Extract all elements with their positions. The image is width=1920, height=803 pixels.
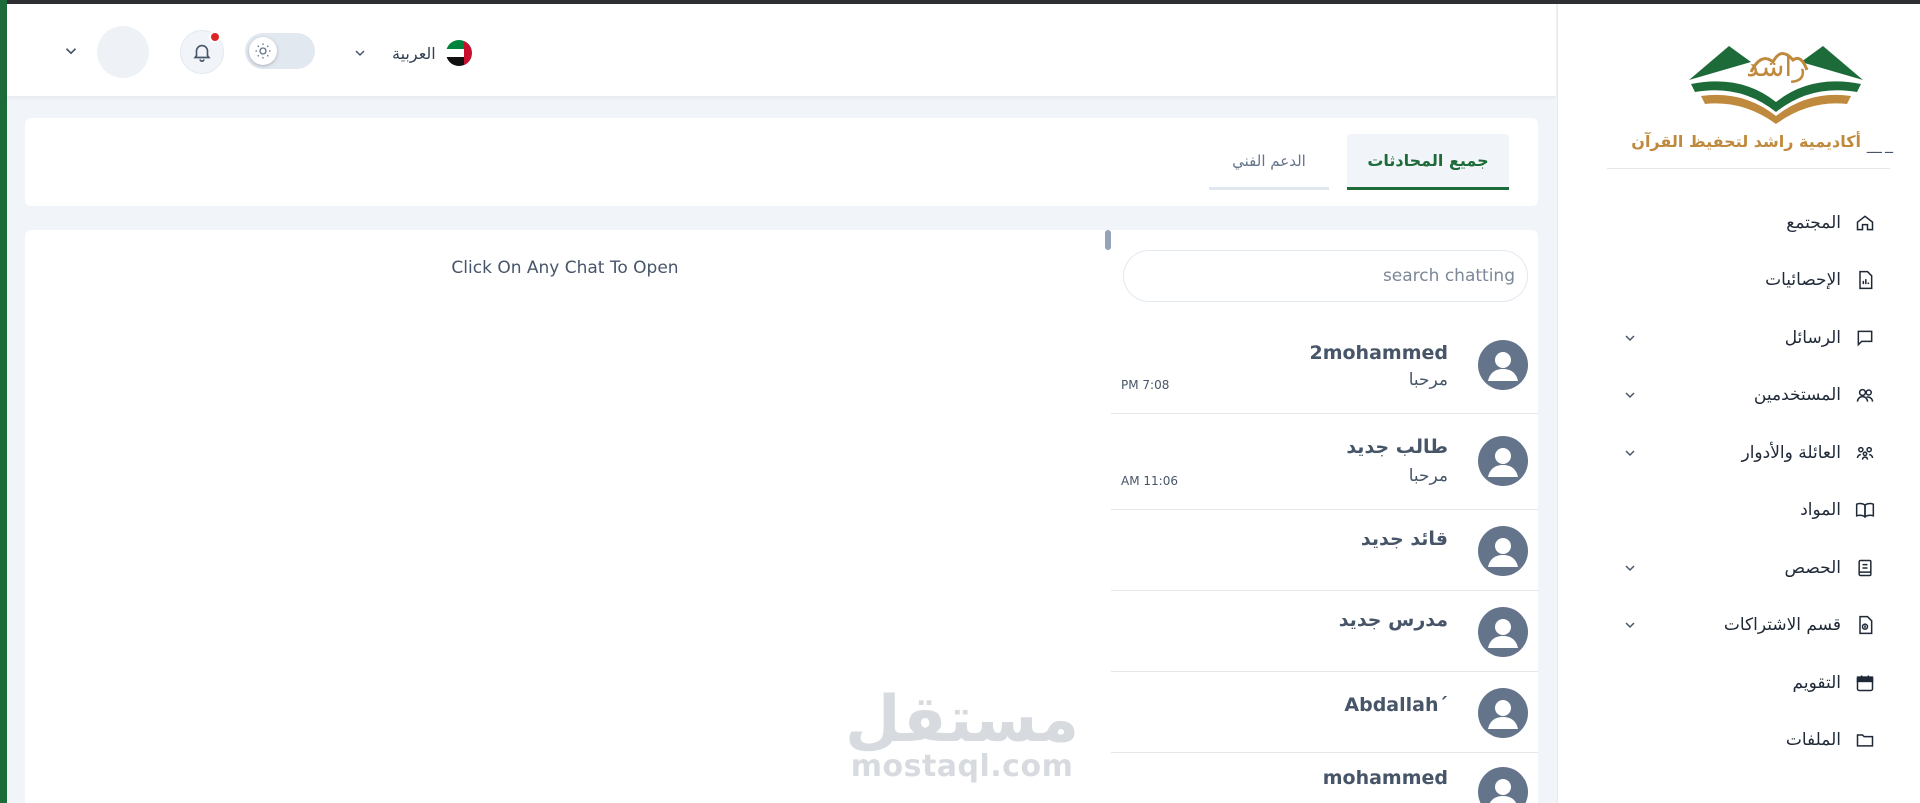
conversation-name: طالب جديد bbox=[1346, 436, 1448, 458]
user-avatar-icon bbox=[1478, 688, 1528, 738]
sidebar-item-label: المستخدمين bbox=[1753, 385, 1841, 406]
chevron-down-icon bbox=[355, 50, 365, 57]
chat-icon bbox=[1855, 328, 1875, 348]
sidebar: راشد أكاديمية راشد لتحفيظ القرآن __ _ ال… bbox=[1557, 4, 1920, 803]
sidebar-item-label: المجتمع bbox=[1786, 212, 1841, 233]
home-icon bbox=[1855, 213, 1875, 233]
sidebar-item-lessons[interactable]: الحصص bbox=[1557, 539, 1920, 597]
sidebar-collapse-marks[interactable]: __ _ bbox=[1867, 134, 1893, 153]
sidebar-item-subjects[interactable]: المواد bbox=[1557, 482, 1920, 540]
chat-tabs: جميع المحادثات الدعم الفني bbox=[25, 118, 1538, 206]
user-avatar-icon bbox=[1478, 607, 1528, 657]
user-avatar-icon bbox=[1478, 436, 1528, 486]
user-avatar-icon bbox=[1478, 767, 1528, 803]
chat-panel: Click On Any Chat To Open 2mohammed مرحب… bbox=[25, 230, 1538, 803]
chevron-down-icon[interactable] bbox=[1622, 445, 1638, 461]
uae-flag-icon bbox=[445, 40, 472, 66]
language-selector[interactable]: العربية bbox=[352, 40, 472, 66]
family-icon bbox=[1855, 443, 1875, 463]
notebook-icon bbox=[1855, 558, 1875, 578]
tab-technical-support[interactable]: الدعم الفني bbox=[1209, 134, 1329, 190]
book-icon bbox=[1855, 500, 1875, 520]
logo-mark: راشد bbox=[1746, 50, 1805, 83]
bell-icon bbox=[193, 44, 211, 62]
empty-chat-message: Click On Any Chat To Open bbox=[451, 258, 679, 278]
chevron-down-icon[interactable] bbox=[1622, 560, 1638, 576]
conversation-preview: مرحبا bbox=[1408, 466, 1448, 486]
sidebar-item-community[interactable]: المجتمع bbox=[1557, 194, 1920, 252]
conversation-item[interactable]: Abdallah´ bbox=[1111, 672, 1538, 753]
user-avatar-icon bbox=[1478, 526, 1528, 576]
conversation-name: 2mohammed bbox=[1309, 342, 1448, 364]
academy-logo[interactable]: راشد أكاديمية راشد لتحفيظ القرآن bbox=[1631, 32, 1891, 162]
conversation-item[interactable]: قائد جديد bbox=[1111, 510, 1538, 591]
sidebar-item-label: قسم الاشتراكات bbox=[1723, 615, 1841, 636]
calendar-icon bbox=[1855, 673, 1875, 693]
sidebar-item-label: الإحصائيات bbox=[1765, 270, 1841, 291]
sidebar-item-users[interactable]: المستخدمين bbox=[1557, 367, 1920, 425]
logo-text: أكاديمية راشد لتحفيظ القرآن bbox=[1631, 132, 1861, 151]
stats-file-icon bbox=[1855, 270, 1875, 290]
sidebar-divider bbox=[1607, 168, 1890, 169]
conversation-name: قائد جديد bbox=[1360, 528, 1448, 550]
sidebar-item-messages[interactable]: الرسائل bbox=[1557, 309, 1920, 367]
sidebar-item-files[interactable]: الملفات bbox=[1557, 712, 1920, 770]
sidebar-item-calendar[interactable]: التقويم bbox=[1557, 654, 1920, 712]
sidebar-item-label: العائلة والأدوار bbox=[1741, 442, 1841, 463]
conversation-name: Abdallah´ bbox=[1344, 694, 1448, 716]
conversation-name: مدرس جديد bbox=[1338, 609, 1448, 631]
subscription-file-icon bbox=[1855, 615, 1875, 635]
chevron-down-icon[interactable] bbox=[62, 42, 80, 60]
folder-icon bbox=[1855, 730, 1875, 750]
sidebar-menu: المجتمع الإحصائيات الرسائل المستخدمين ال… bbox=[1557, 194, 1920, 769]
chevron-down-icon[interactable] bbox=[1622, 387, 1638, 403]
conversation-time: PM 7:08 bbox=[1121, 378, 1170, 392]
language-label: العربية bbox=[392, 43, 436, 63]
sidebar-item-family-roles[interactable]: العائلة والأدوار bbox=[1557, 424, 1920, 482]
conversation-item[interactable]: طالب جديد مرحبا AM 11:06 bbox=[1111, 414, 1538, 510]
sidebar-item-statistics[interactable]: الإحصائيات bbox=[1557, 252, 1920, 310]
chevron-down-icon[interactable] bbox=[1622, 617, 1638, 633]
sidebar-item-subscriptions[interactable]: قسم الاشتراكات bbox=[1557, 597, 1920, 655]
conversation-preview: مرحبا bbox=[1408, 370, 1448, 390]
sun-icon bbox=[255, 43, 271, 59]
users-icon bbox=[1855, 385, 1875, 405]
conversation-item[interactable]: مدرس جديد bbox=[1111, 591, 1538, 672]
sidebar-item-label: الملفات bbox=[1785, 730, 1841, 751]
notifications-button[interactable] bbox=[180, 30, 224, 74]
logo-book-icon: راشد bbox=[1689, 46, 1863, 124]
conversation-name: mohammed bbox=[1322, 767, 1448, 789]
top-header: العربية bbox=[7, 4, 1556, 96]
chevron-down-icon[interactable] bbox=[1622, 330, 1638, 346]
chat-list-scrollbar[interactable] bbox=[1105, 230, 1111, 250]
conversation-list: 2mohammed مرحبا PM 7:08 طالب جديد مرحبا … bbox=[1111, 318, 1538, 803]
window-left-border bbox=[0, 0, 7, 803]
search-chat-input[interactable] bbox=[1123, 250, 1528, 302]
tab-all-chats[interactable]: جميع المحادثات bbox=[1347, 134, 1509, 190]
conversation-item[interactable]: mohammed bbox=[1111, 753, 1538, 803]
theme-toggle[interactable] bbox=[245, 33, 315, 69]
sidebar-item-label: الرسائل bbox=[1784, 327, 1841, 348]
sidebar-item-label: التقويم bbox=[1792, 672, 1841, 693]
toggle-knob bbox=[249, 37, 277, 65]
user-avatar[interactable] bbox=[97, 26, 149, 78]
user-avatar-icon bbox=[1478, 340, 1528, 390]
conversation-time: AM 11:06 bbox=[1121, 474, 1178, 488]
sidebar-item-label: الحصص bbox=[1784, 557, 1841, 578]
notification-dot bbox=[209, 31, 221, 43]
conversation-item[interactable]: 2mohammed مرحبا PM 7:08 bbox=[1111, 318, 1538, 414]
sidebar-item-label: المواد bbox=[1800, 500, 1841, 521]
